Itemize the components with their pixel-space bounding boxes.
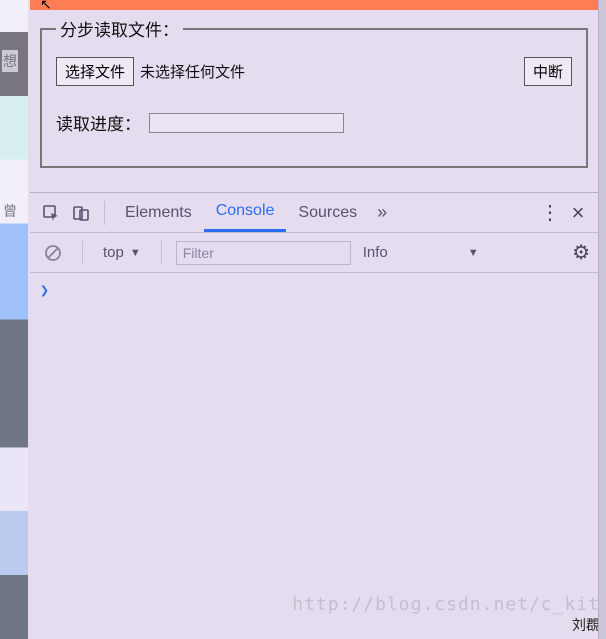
context-label: top bbox=[103, 244, 124, 261]
devtools-tabbar: Elements Console Sources » ⋮ × bbox=[30, 193, 598, 233]
progress-bar bbox=[149, 113, 344, 133]
bg-char-1: 想 bbox=[2, 50, 18, 72]
progress-label: 读取进度： bbox=[56, 110, 141, 135]
device-toolbar-icon[interactable] bbox=[70, 202, 92, 224]
clear-console-icon[interactable] bbox=[42, 242, 64, 264]
tab-sources[interactable]: Sources bbox=[286, 193, 369, 232]
filter-input[interactable] bbox=[176, 241, 351, 265]
file-row: 选择文件 未选择任何文件 中断 bbox=[56, 57, 572, 86]
chevron-down-icon: ▼ bbox=[130, 247, 141, 259]
abort-button[interactable]: 中断 bbox=[524, 57, 572, 86]
separator bbox=[82, 241, 83, 265]
window-right-edge bbox=[598, 0, 606, 639]
bg-char-2: 曾 bbox=[2, 200, 18, 222]
devtools-menu-icon[interactable]: ⋮ bbox=[536, 200, 564, 225]
separator bbox=[161, 241, 162, 265]
chevron-down-icon: ▼ bbox=[468, 247, 479, 259]
console-body[interactable]: ❯ bbox=[30, 273, 598, 307]
devtools-panel: Elements Console Sources » ⋮ × top ▼ Inf… bbox=[30, 192, 598, 637]
inspect-element-icon[interactable] bbox=[40, 202, 62, 224]
log-level-label: Info bbox=[363, 244, 388, 261]
desktop-background-strip: 想 曾 bbox=[0, 0, 28, 639]
devtools-close-icon[interactable]: × bbox=[564, 200, 592, 226]
choose-file-button[interactable]: 选择文件 bbox=[56, 57, 134, 86]
progress-row: 读取进度： bbox=[56, 110, 572, 135]
separator bbox=[104, 201, 105, 225]
page-content: 分步读取文件： 选择文件 未选择任何文件 中断 读取进度： bbox=[30, 10, 598, 192]
log-level-selector[interactable]: Info ▼ bbox=[357, 242, 485, 263]
tab-elements[interactable]: Elements bbox=[113, 193, 204, 232]
browser-top-bar: ↖ bbox=[30, 0, 598, 10]
tabs-overflow-icon[interactable]: » bbox=[369, 202, 395, 223]
file-read-fieldset: 分步读取文件： 选择文件 未选择任何文件 中断 读取进度： bbox=[40, 16, 588, 168]
file-status-text: 未选择任何文件 bbox=[140, 61, 245, 82]
console-toolbar: top ▼ Info ▼ ⚙ bbox=[30, 233, 598, 273]
console-settings-icon[interactable]: ⚙ bbox=[572, 240, 590, 265]
context-selector[interactable]: top ▼ bbox=[97, 242, 147, 263]
tab-console[interactable]: Console bbox=[204, 193, 287, 232]
fieldset-legend: 分步读取文件： bbox=[56, 16, 183, 41]
console-prompt-icon: ❯ bbox=[40, 281, 49, 299]
